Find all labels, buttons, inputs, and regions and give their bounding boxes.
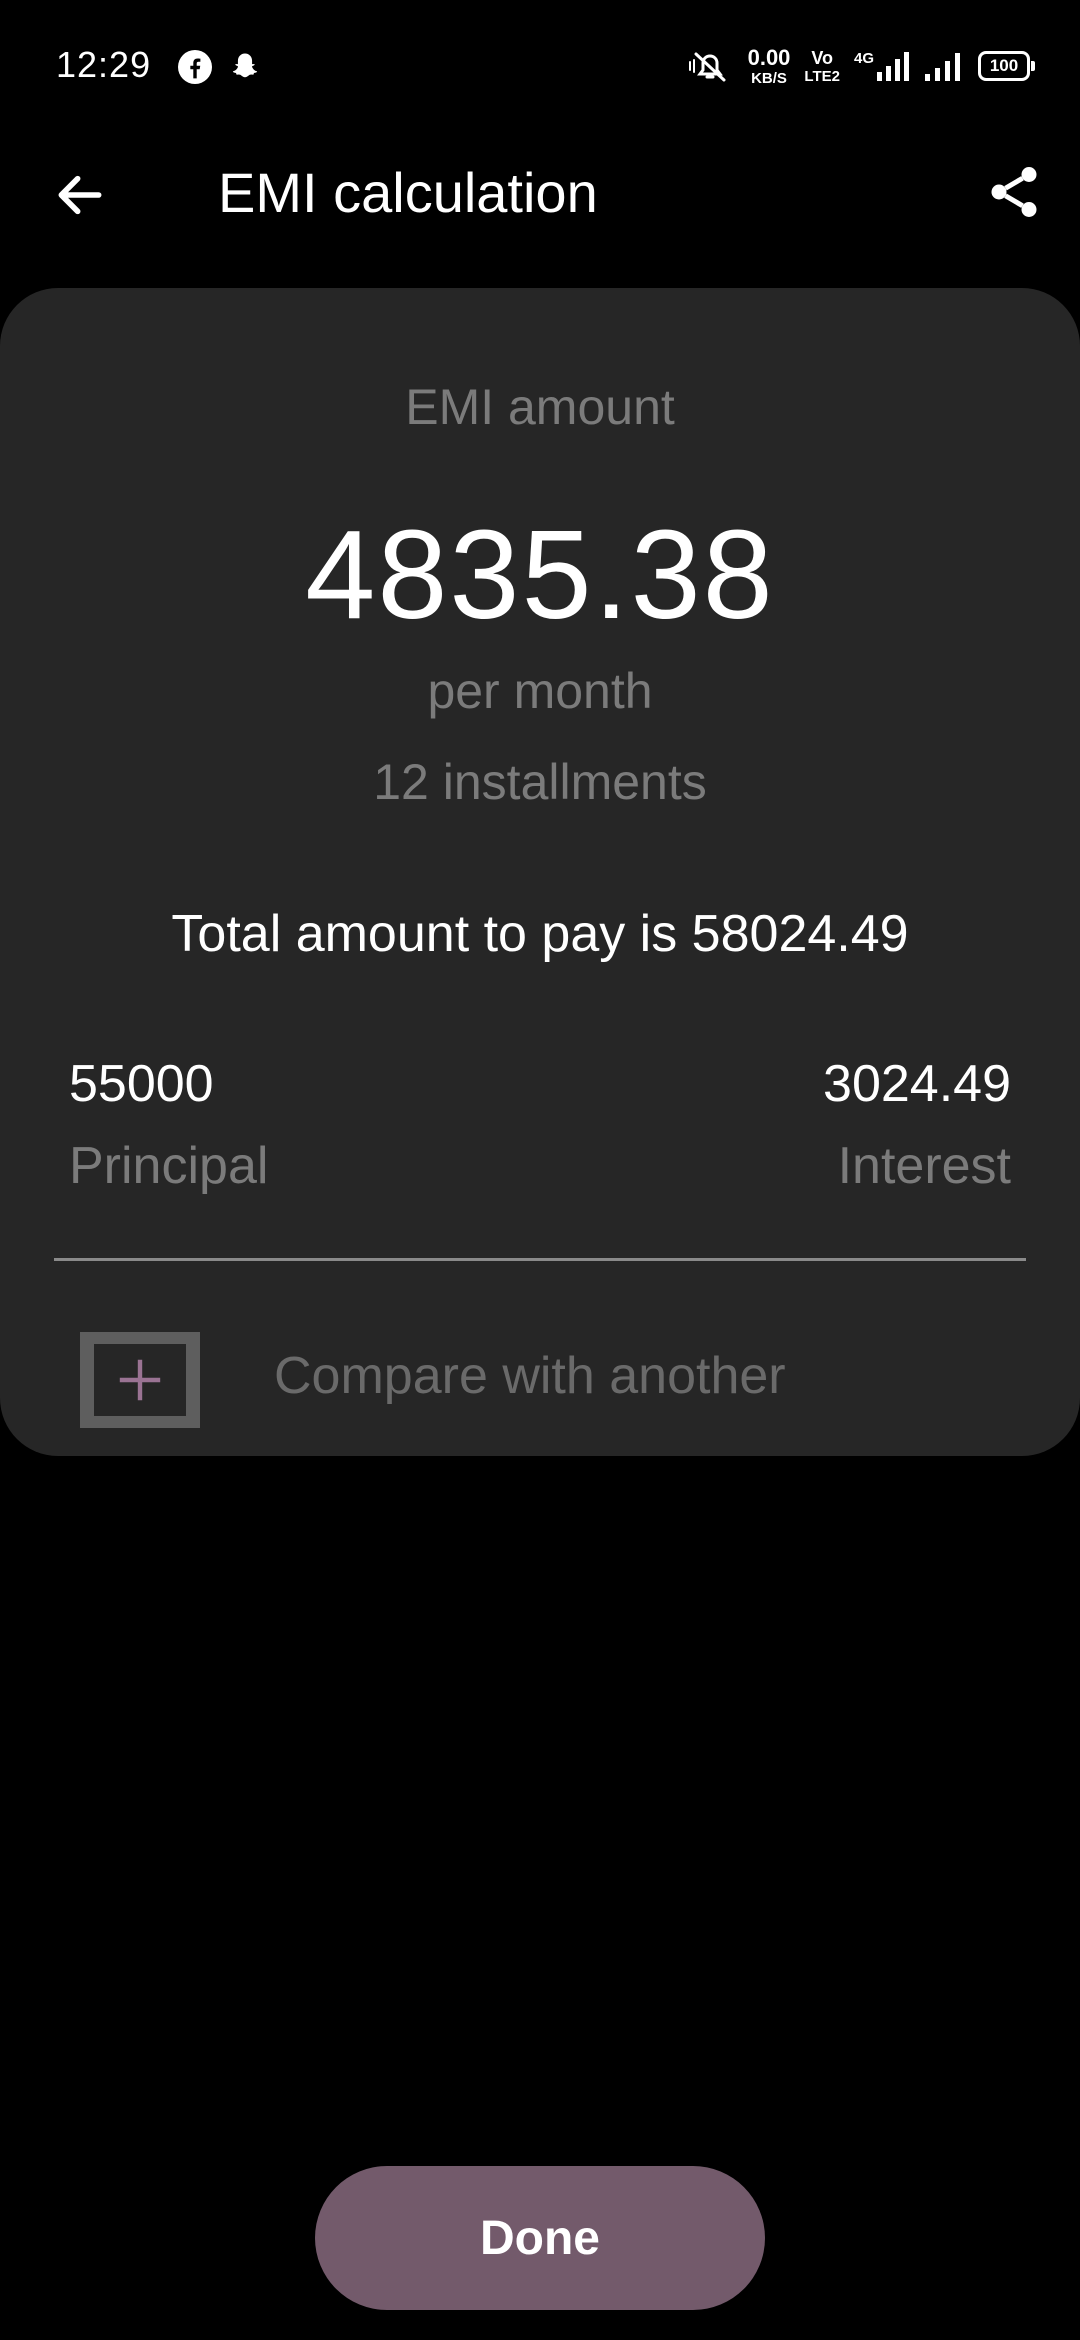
net-speed-value: 0.00 bbox=[747, 44, 791, 70]
emi-value: 4835.38 bbox=[305, 504, 775, 645]
interest-label: Interest bbox=[837, 1137, 1011, 1195]
mute-icon bbox=[688, 52, 726, 82]
volte-indicator: Vo LTE2 bbox=[804, 49, 840, 84]
arrow-left-icon bbox=[58, 175, 102, 215]
net-speed-unit: KB/S bbox=[751, 69, 787, 87]
signal-icon bbox=[925, 53, 960, 81]
share-icon bbox=[991, 167, 1037, 217]
status-bar: 12:29 0.00 KB/S Vo LTE2 4G 100 bbox=[0, 0, 1080, 130]
share-button[interactable] bbox=[974, 152, 1054, 232]
volte-bottom: LTE2 bbox=[804, 67, 840, 85]
compare-add-box[interactable] bbox=[80, 1332, 200, 1428]
principal-label: Principal bbox=[69, 1137, 269, 1195]
compare-with-another-button[interactable]: Compare with another bbox=[0, 1308, 1080, 1428]
interest-value: 3024.49 bbox=[823, 1055, 1011, 1113]
done-button[interactable]: Done bbox=[315, 2166, 765, 2310]
battery-level: 100 bbox=[989, 56, 1019, 75]
battery-icon: 100 bbox=[978, 51, 1035, 81]
emi-result-card: EMI amount 4835.38 per month 12 installm… bbox=[0, 288, 1080, 1456]
signal-1: 4G bbox=[854, 50, 910, 82]
emi-label: EMI amount bbox=[405, 379, 675, 435]
signal-icon bbox=[877, 52, 909, 81]
divider bbox=[54, 1258, 1026, 1261]
net-speed: 0.00 KB/S bbox=[747, 44, 791, 87]
status-icons: 0.00 KB/S Vo LTE2 4G 100 bbox=[686, 44, 1035, 88]
per-month-label: per month bbox=[427, 663, 653, 719]
back-button[interactable] bbox=[40, 155, 120, 235]
compare-label: Compare with another bbox=[274, 1347, 786, 1405]
volte-top: Vo bbox=[811, 47, 834, 68]
plus-icon bbox=[119, 1359, 161, 1401]
status-time: 12:29 bbox=[56, 44, 152, 85]
facebook-icon bbox=[178, 50, 212, 84]
page-title: EMI calculation bbox=[218, 161, 598, 224]
snapchat-icon bbox=[232, 53, 258, 78]
network-type: 4G bbox=[853, 50, 874, 67]
installments-label: 12 installments bbox=[373, 754, 707, 810]
app-bar: EMI calculation bbox=[0, 130, 1080, 260]
total-amount-text: Total amount to pay is 58024.49 bbox=[171, 905, 909, 963]
principal-value: 55000 bbox=[69, 1055, 214, 1113]
